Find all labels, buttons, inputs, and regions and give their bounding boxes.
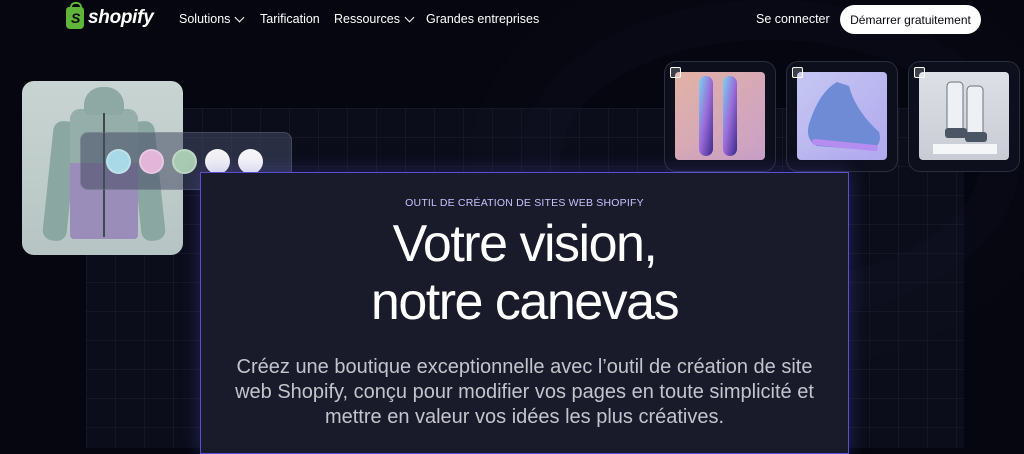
color-swatch[interactable] xyxy=(106,149,131,174)
hero-eyebrow: OUTIL DE CRÉATION DE SITES WEB SHOPIFY xyxy=(405,197,644,209)
chevron-down-icon xyxy=(234,12,245,23)
product-card-boots[interactable] xyxy=(908,61,1020,172)
product-card-sneaker[interactable] xyxy=(786,61,898,172)
brand-name: shopify xyxy=(88,7,154,28)
boots-image xyxy=(919,72,1009,160)
snowboard-icon xyxy=(699,76,737,156)
sneaker-image xyxy=(797,72,887,160)
login-link[interactable]: Se connecter xyxy=(756,12,830,26)
hero-subtitle: Créez une boutique exceptionnelle avec l… xyxy=(235,356,814,428)
color-swatch[interactable] xyxy=(205,149,230,174)
hero-title-line-2: notre canevas xyxy=(370,273,680,331)
color-swatch[interactable] xyxy=(139,149,164,174)
sneaker-icon xyxy=(808,82,880,151)
shopify-logo[interactable]: S shopify xyxy=(66,2,154,29)
chevron-down-icon xyxy=(404,12,415,23)
nav-item-tarification[interactable]: Tarification xyxy=(260,12,320,26)
select-checkbox[interactable] xyxy=(914,67,925,78)
boots-icon xyxy=(933,81,997,154)
hero-title: Votre vision, notre canevas xyxy=(201,215,848,331)
select-checkbox[interactable] xyxy=(670,67,681,78)
nav-item-label: Ressources xyxy=(334,12,400,26)
hero-panel: OUTIL DE CRÉATION DE SITES WEB SHOPIFY V… xyxy=(200,172,849,454)
nav-item-label: Grandes entreprises xyxy=(426,12,540,26)
nav-item-solutions[interactable]: Solutions xyxy=(179,12,245,26)
nav-item-label: Solutions xyxy=(179,12,231,26)
select-checkbox[interactable] xyxy=(792,67,803,78)
color-swatch[interactable] xyxy=(172,149,197,174)
color-swatch[interactable] xyxy=(238,149,263,174)
top-navigation: S shopify Solutions Tarification Ressour… xyxy=(0,0,1024,40)
jacket-hood xyxy=(84,87,124,115)
snowboard-image xyxy=(675,72,765,160)
nav-item-ressources[interactable]: Ressources xyxy=(334,12,415,26)
nav-item-grandes-entreprises[interactable]: Grandes entreprises xyxy=(426,12,539,26)
product-card-snowboard[interactable] xyxy=(664,61,776,172)
nav-item-label: Tarification xyxy=(260,12,320,26)
start-free-button[interactable]: Démarrer gratuitement xyxy=(840,5,981,34)
hero-title-line-1: Votre vision, xyxy=(392,215,658,273)
shopify-bag-icon: S xyxy=(66,2,84,29)
